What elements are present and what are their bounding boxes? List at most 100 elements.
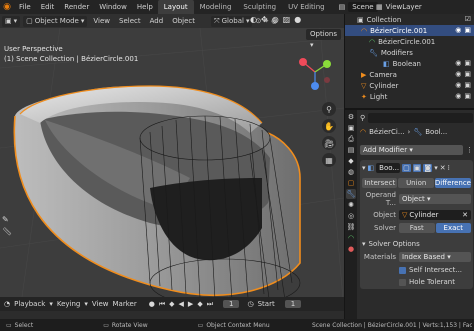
outliner-row[interactable]: ◠ BézierCircle.001 — [345, 36, 474, 47]
dropdown-icon[interactable]: ▾ — [434, 164, 438, 172]
eye-icon[interactable]: ◉ — [455, 80, 461, 91]
view-layer-tab-icon[interactable]: ▤ — [346, 145, 356, 155]
constraints-tab-icon[interactable]: ⛓ — [346, 222, 356, 232]
physics-tab-icon[interactable]: ◎ — [346, 211, 356, 221]
menu-view[interactable]: View — [90, 17, 113, 25]
material-tab-icon[interactable]: ● — [346, 244, 356, 254]
ruler-icon[interactable]: 📏︎ — [2, 227, 12, 236]
xray-icon[interactable]: ▨ — [283, 15, 291, 24]
play-icon[interactable]: ▶ — [188, 300, 193, 308]
operation-intersect[interactable]: Intersect — [362, 178, 398, 188]
menu-window[interactable]: Window — [94, 0, 132, 14]
menu-keying[interactable]: Keying — [57, 300, 81, 308]
timeline-editor-icon[interactable]: ◔ — [4, 300, 10, 308]
object-tab-icon[interactable]: ▢ — [346, 178, 356, 188]
outliner-row-selected[interactable]: ◠ BézierCircle.001 ◉ ▣ — [345, 25, 474, 36]
outliner-row[interactable]: ◧ Boolean ◉ ▣ — [345, 58, 474, 69]
solver-options-header[interactable]: ▾ Solver Options — [362, 239, 471, 249]
scene-name[interactable]: Scene — [348, 2, 378, 12]
blender-logo-icon[interactable]: ◉ — [0, 0, 14, 14]
outliner-row[interactable]: 🔧︎ Modifiers — [345, 47, 474, 58]
clear-icon[interactable]: ✕ — [462, 210, 468, 220]
mode-dropdown[interactable]: ▢ Object Mode ▾ — [23, 15, 88, 27]
menu-add[interactable]: Add — [147, 17, 167, 25]
pin-icon[interactable]: ⋮ — [466, 146, 473, 154]
visibility-icon[interactable]: ◐ — [250, 15, 257, 24]
3d-viewport[interactable]: ▣ ▾ ▢ Object Mode ▾ View Select Add Object… — [0, 14, 344, 319]
solver-exact[interactable]: Exact — [435, 223, 471, 233]
timeline-area[interactable] — [0, 311, 344, 319]
gizmo-icon[interactable]: ✥ — [261, 15, 268, 24]
camera-render-icon[interactable]: ▣ — [464, 58, 471, 69]
editor-type-button[interactable]: ▣ ▾ — [2, 15, 21, 27]
particles-tab-icon[interactable]: ✺ — [346, 200, 356, 210]
search-icon[interactable]: ⚲ — [360, 114, 365, 122]
camera-render-icon[interactable]: ▣ — [464, 91, 471, 102]
self-intersect-checkbox[interactable] — [399, 266, 406, 274]
shading-solid-icon[interactable]: ● — [294, 15, 301, 24]
menu-render[interactable]: Render — [59, 0, 94, 14]
transform-orientation-dropdown[interactable]: ⤧ Global ▾ — [211, 15, 253, 27]
start-frame-field[interactable]: 1 — [284, 300, 302, 308]
menu-help[interactable]: Help — [132, 0, 158, 14]
outliner-row[interactable]: ▶ Camera ◉ ▣ — [345, 69, 474, 80]
modifier-tab-icon[interactable]: 🔧︎ — [346, 189, 356, 199]
eye-icon[interactable]: ◉ — [455, 25, 461, 36]
eye-icon[interactable]: ◉ — [455, 91, 461, 102]
menu-edit[interactable]: Edit — [36, 0, 60, 14]
self-intersect-row[interactable]: Self Intersect... — [362, 265, 471, 275]
tool-tab-icon[interactable]: ⚙ — [346, 112, 356, 122]
options-dropdown[interactable]: Options ▾ — [306, 29, 341, 49]
eye-icon[interactable]: ◉ — [455, 58, 461, 69]
checkbox-icon[interactable]: ☑ — [465, 14, 471, 25]
workspace-tab-modeling[interactable]: Modeling — [194, 0, 238, 14]
close-icon[interactable]: ✕ — [440, 164, 446, 172]
properties-search[interactable] — [368, 113, 473, 123]
scene-tab-icon[interactable]: ◆ — [346, 156, 356, 166]
operand-type-dropdown[interactable]: Object ▾ — [399, 194, 471, 204]
outliner-row[interactable]: ✦ Light ◉ ▣ — [345, 91, 474, 102]
eye-icon[interactable]: ◉ — [455, 69, 461, 80]
edit-mode-toggle-icon[interactable]: ▢ — [402, 163, 411, 172]
record-icon[interactable]: ● — [149, 300, 155, 308]
view-layer-selector[interactable]: ▦ ViewLayer — [376, 0, 422, 14]
render-tab-icon[interactable]: ▣ — [346, 123, 356, 133]
materials-dropdown[interactable]: Index Based ▾ — [399, 252, 471, 262]
add-modifier-dropdown[interactable]: Add Modifier ▾ — [360, 144, 463, 155]
render-toggle-icon[interactable]: ◙ — [423, 163, 433, 172]
pan-hand-icon[interactable]: ✋ — [322, 119, 336, 133]
current-frame-field[interactable]: 1 — [223, 300, 240, 308]
solver-fast[interactable]: Fast — [399, 223, 435, 233]
camera-render-icon[interactable]: ▣ — [464, 80, 471, 91]
viewport-scene[interactable] — [0, 28, 344, 311]
view-layer-name[interactable]: ViewLayer — [386, 0, 422, 14]
play-reverse-icon[interactable]: ◀ — [179, 300, 184, 308]
overlay-icon[interactable]: ◍ — [272, 15, 279, 24]
outliner-row[interactable]: ▣ Collection ☑ — [345, 14, 474, 25]
perspective-grid-icon[interactable]: ▦ — [322, 153, 336, 167]
object-field[interactable]: ▽ Cylinder ✕ — [399, 210, 471, 220]
menu-marker[interactable]: Marker — [113, 300, 137, 308]
menu-timeline-view[interactable]: View — [92, 300, 109, 308]
menu-playback[interactable]: Playback — [14, 300, 45, 308]
hole-tolerant-row[interactable]: Hole Tolerant — [362, 277, 471, 287]
brush-icon[interactable]: ✎ — [2, 215, 12, 224]
prev-key-icon[interactable]: ◆ — [169, 300, 174, 308]
operation-difference[interactable]: Difference — [434, 178, 471, 188]
world-tab-icon[interactable]: ◍ — [346, 167, 356, 177]
workspace-tab-sculpting[interactable]: Sculpting — [237, 0, 282, 14]
camera-view-icon[interactable]: 🎥︎ — [322, 136, 336, 150]
outliner-row[interactable]: ▽ Cylinder ◉ ▣ — [345, 80, 474, 91]
camera-render-icon[interactable]: ▣ — [464, 69, 471, 80]
workspace-tab-layout[interactable]: Layout — [157, 0, 194, 14]
chevron-down-icon[interactable]: ▾ — [362, 164, 366, 172]
modifier-name-field[interactable]: Boo... — [376, 162, 401, 173]
navigation-gizmo[interactable] — [295, 52, 335, 92]
hole-tolerant-checkbox[interactable] — [399, 278, 406, 286]
drag-handle-icon[interactable]: ⁞ — [448, 164, 450, 172]
menu-select[interactable]: Select — [116, 17, 144, 25]
data-tab-icon[interactable]: ◠ — [346, 233, 356, 243]
camera-render-icon[interactable]: ▣ — [464, 25, 471, 36]
workspace-tab-uv-editing[interactable]: UV Editing — [282, 0, 331, 14]
viewport-toggle-icon[interactable]: ▣ — [412, 163, 422, 172]
